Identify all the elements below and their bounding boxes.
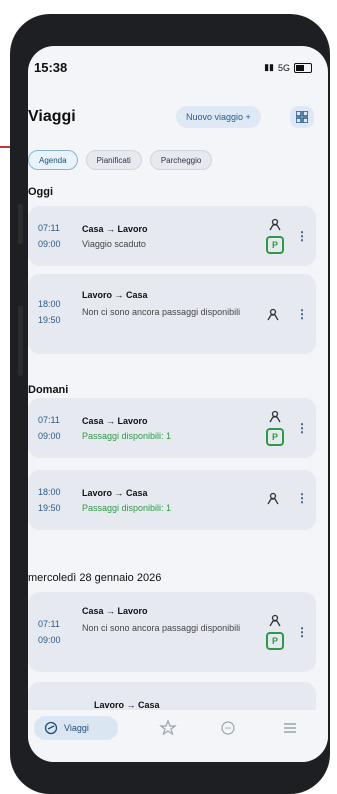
status-time: 15:38 <box>34 60 68 75</box>
signal-icon: ▮▮ <box>264 62 274 72</box>
nav-label: Viaggi <box>64 723 89 733</box>
filter-chips: Agenda Pianificati Parcheggio <box>28 150 213 170</box>
more-options-icon[interactable]: ⋮ <box>296 422 308 434</box>
trip-status: Non ci sono ancora passaggi disponibili <box>82 307 241 317</box>
trip-card[interactable]: 18:00 19:50 Lavoro → Casa Non ci sono an… <box>28 274 316 354</box>
trip-route: Lavoro → Casa <box>82 290 148 300</box>
more-options-icon[interactable]: ⋮ <box>296 230 308 242</box>
arrival-time: 09:00 <box>38 239 61 249</box>
section-title: Oggi <box>28 186 54 198</box>
parking-icon: P <box>266 428 284 446</box>
passenger-icon <box>269 410 281 423</box>
trip-icons <box>266 308 280 322</box>
trips-icon <box>44 721 58 735</box>
trip-times: 18:00 19:50 <box>38 296 61 328</box>
side-button <box>18 204 23 244</box>
departure-time: 07:11 <box>38 415 60 425</box>
trip-times: 07:11 09:00 <box>38 616 61 648</box>
nav-item-favorites[interactable] <box>156 716 180 740</box>
status-bar: 15:38 ▮▮ 5G <box>28 46 328 86</box>
trip-icons <box>266 492 280 506</box>
grid-view-button[interactable] <box>290 106 314 128</box>
arrival-time: 19:50 <box>38 503 61 513</box>
trip-route: Casa → Lavoro <box>82 224 148 234</box>
trip-status: Passaggi disponibili: 1 <box>82 503 172 513</box>
passenger-icon <box>269 614 281 627</box>
page-title: Viaggi <box>28 108 76 125</box>
filter-chip-parcheggio[interactable]: Parcheggio <box>149 150 213 170</box>
trip-card[interactable]: 07:11 09:00 Casa → Lavoro Non ci sono an… <box>28 592 316 672</box>
trip-card[interactable]: 07:11 09:00 Casa → Lavoro Passaggi dispo… <box>28 398 316 458</box>
trip-icons: P <box>266 410 284 446</box>
nav-item-chat[interactable] <box>216 716 240 740</box>
more-options-icon[interactable]: ⋮ <box>296 626 308 638</box>
departure-time: 07:11 <box>38 619 60 629</box>
more-options-icon[interactable]: ⋮ <box>296 308 308 320</box>
trip-card[interactable]: 07:11 09:00 Casa → Lavoro Viaggio scadut… <box>28 206 316 266</box>
trip-times: 07:11 09:00 <box>38 412 61 444</box>
nav-item-menu[interactable] <box>278 716 302 740</box>
arrival-time: 09:00 <box>38 431 61 441</box>
trip-route: Lavoro → Casa <box>82 488 148 498</box>
trip-times: 07:11 09:00 <box>38 220 61 252</box>
departure-time: 07:11 <box>38 223 60 233</box>
trip-route: Casa → Lavoro <box>82 416 148 426</box>
section-title: mercoledì 28 gennaio 2026 <box>28 572 162 584</box>
departure-time: 18:00 <box>38 299 61 309</box>
arrival-time: 19:50 <box>38 315 61 325</box>
passenger-icon <box>269 218 281 231</box>
passenger-icon <box>267 308 279 321</box>
trip-times: 18:00 19:50 <box>38 484 61 516</box>
arrival-time: 09:00 <box>38 635 61 645</box>
passenger-icon <box>267 492 279 505</box>
bottom-navbar: Viaggi <box>28 710 328 762</box>
trip-route: Lavoro → Casa <box>94 700 160 710</box>
more-options-icon[interactable]: ⋮ <box>296 492 308 504</box>
menu-icon <box>284 723 296 733</box>
star-icon <box>159 719 177 736</box>
chat-icon <box>221 721 235 735</box>
trip-status: Viaggio scaduto <box>82 239 146 249</box>
parking-icon: P <box>266 632 284 650</box>
trip-icons: P <box>266 218 284 254</box>
trip-icons: P <box>266 614 284 650</box>
filter-chip-agenda[interactable]: Agenda <box>28 150 78 170</box>
network-label: 5G <box>277 62 290 73</box>
trip-card[interactable]: 18:00 19:50 Lavoro → Casa Passaggi dispo… <box>28 470 316 530</box>
app-screen: 15:38 ▮▮ 5G Viaggi Nuovo viaggio + Agend… <box>28 46 328 762</box>
filter-chip-pianificati[interactable]: Pianificati <box>85 150 142 170</box>
trip-status: Passaggi disponibili: 1 <box>82 431 172 441</box>
trip-route: Casa → Lavoro <box>82 606 148 616</box>
new-trip-button[interactable]: Nuovo viaggio + <box>176 106 261 128</box>
side-button <box>18 306 23 376</box>
status-indicators: ▮▮ 5G <box>264 62 312 73</box>
trip-status: Non ci sono ancora passaggi disponibili <box>82 623 241 633</box>
grid-icon <box>296 111 308 123</box>
battery-icon <box>294 62 312 73</box>
nav-item-viaggi[interactable]: Viaggi <box>34 716 118 740</box>
section-title: Domani <box>28 384 69 396</box>
parking-icon: P <box>266 236 284 254</box>
departure-time: 18:00 <box>38 487 61 497</box>
